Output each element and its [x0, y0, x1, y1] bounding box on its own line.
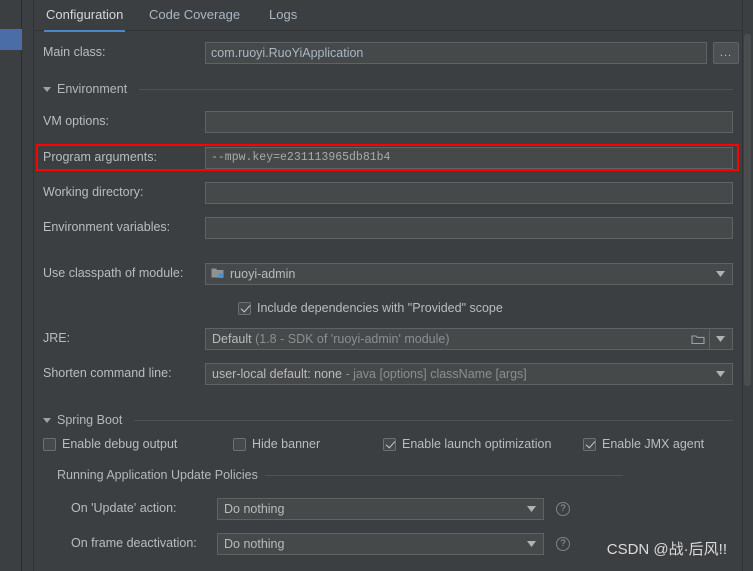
rail-selected-item[interactable] — [0, 29, 22, 50]
module-combo[interactable]: ruoyi-admin — [205, 263, 733, 285]
tab-configuration[interactable]: Configuration — [44, 4, 126, 32]
jre-value-hint: (1.8 - SDK of 'ruoyi-admin' module) — [255, 332, 450, 346]
checkbox-box — [383, 437, 396, 451]
checkbox-include-provided-scope[interactable]: Include dependencies with "Provided" sco… — [238, 301, 503, 315]
jre-label: JRE: — [43, 331, 71, 345]
checkbox-enable-launch-optimization[interactable]: Enable launch optimization — [383, 437, 551, 451]
section-divider — [134, 419, 733, 421]
program-arguments-label: Program arguments: — [43, 150, 157, 164]
environment-variables-input[interactable] — [205, 217, 733, 239]
chevron-down-icon[interactable] — [523, 499, 539, 519]
checkbox-label: Hide banner — [252, 437, 321, 451]
main-class-input[interactable]: com.ruoyi.RuoYiApplication — [205, 42, 707, 64]
checkbox-label: Enable JMX agent — [602, 437, 705, 451]
shorten-command-line-hint: - java [options] className [args] — [345, 367, 527, 381]
vertical-scrollbar[interactable] — [742, 0, 753, 571]
shorten-command-line-label: Shorten command line: — [43, 366, 172, 380]
jre-value: Default — [212, 332, 252, 346]
program-arguments-input[interactable]: --mpw.key=e231113965db81b4 — [205, 147, 733, 169]
on-frame-deactivation-combo[interactable]: Do nothing — [217, 533, 544, 555]
scrollbar-thumb[interactable] — [744, 34, 751, 386]
tab-bar: Configuration Code Coverage Logs — [35, 0, 753, 32]
on-update-action-label: On 'Update' action: — [71, 501, 177, 515]
on-update-action-value: Do nothing — [224, 502, 285, 516]
checkbox-box — [583, 437, 596, 451]
vm-options-label: VM options: — [43, 114, 110, 128]
chevron-down-icon[interactable] — [523, 534, 539, 554]
main-class-label: Main class: — [43, 45, 106, 59]
row-jre: JRE: Default (1.8 - SDK of 'ruoyi-admin'… — [35, 328, 753, 350]
module-icon — [211, 267, 225, 280]
ellipsis-icon: ... — [719, 46, 733, 59]
checkbox-box — [43, 437, 56, 451]
checkbox-label: Enable debug output — [62, 437, 178, 451]
section-spring-boot[interactable]: Spring Boot — [43, 412, 733, 428]
row-environment-variables: Environment variables: — [35, 217, 753, 239]
row-on-update-action: On 'Update' action: Do nothing ? — [35, 498, 753, 520]
environment-variables-label: Environment variables: — [43, 220, 171, 234]
chevron-down-icon — [43, 86, 51, 92]
row-main-class: Main class: com.ruoyi.RuoYiApplication .… — [35, 42, 753, 64]
checkbox-enable-debug-output[interactable]: Enable debug output — [43, 437, 177, 451]
on-update-action-combo[interactable]: Do nothing — [217, 498, 544, 520]
on-frame-deactivation-label: On frame deactivation: — [71, 536, 197, 550]
section-spring-boot-label: Spring Boot — [57, 413, 123, 427]
group-running-application-update-policies: Running Application Update Policies — [57, 468, 623, 482]
section-environment-label: Environment — [57, 82, 128, 96]
on-frame-deactivation-value: Do nothing — [224, 537, 285, 551]
run-configuration-panel: Configuration Code Coverage Logs Main cl… — [35, 0, 753, 571]
row-vm-options: VM options: — [35, 111, 753, 133]
row-program-arguments: Program arguments: --mpw.key=e231113965d… — [35, 147, 753, 169]
working-directory-input[interactable] — [205, 182, 733, 204]
jre-combo[interactable]: Default (1.8 - SDK of 'ruoyi-admin' modu… — [205, 328, 733, 350]
checkbox-hide-banner[interactable]: Hide banner — [233, 437, 320, 451]
module-combo-value: ruoyi-admin — [230, 267, 296, 281]
checkbox-label: Enable launch optimization — [402, 437, 552, 451]
folder-icon[interactable] — [686, 329, 710, 349]
tab-code-coverage[interactable]: Code Coverage — [147, 4, 242, 30]
checkbox-box — [233, 437, 246, 451]
checkbox-enable-jmx-agent[interactable]: Enable JMX agent — [583, 437, 704, 451]
chevron-down-icon[interactable] — [712, 364, 728, 384]
checkbox-label: Include dependencies with "Provided" sco… — [257, 301, 503, 315]
use-classpath-of-module-label: Use classpath of module: — [43, 266, 184, 280]
shorten-command-line-value: user-local default: none — [212, 367, 342, 381]
row-working-directory: Working directory: — [35, 182, 753, 204]
help-icon[interactable]: ? — [556, 537, 570, 551]
left-tool-rail — [0, 0, 22, 571]
chevron-down-icon[interactable] — [712, 264, 728, 284]
chevron-down-icon — [43, 417, 51, 423]
section-environment[interactable]: Environment — [43, 81, 733, 97]
watermark-text: CSDN @战·后风!! — [606, 541, 727, 558]
chevron-down-icon[interactable] — [712, 329, 728, 349]
checkbox-box — [238, 301, 251, 315]
section-divider — [139, 88, 733, 90]
help-icon[interactable]: ? — [556, 502, 570, 516]
panel-gutter — [23, 0, 34, 571]
tab-logs[interactable]: Logs — [267, 4, 299, 30]
working-directory-label: Working directory: — [43, 185, 144, 199]
group-title-label: Running Application Update Policies — [57, 468, 258, 482]
row-use-classpath-of-module: Use classpath of module: ruoyi-admin — [35, 263, 753, 285]
main-class-browse-button[interactable]: ... — [713, 42, 739, 64]
group-divider — [264, 474, 623, 476]
row-shorten-command-line: Shorten command line: user-local default… — [35, 363, 753, 385]
shorten-command-line-combo[interactable]: user-local default: none - java [options… — [205, 363, 733, 385]
vm-options-input[interactable] — [205, 111, 733, 133]
